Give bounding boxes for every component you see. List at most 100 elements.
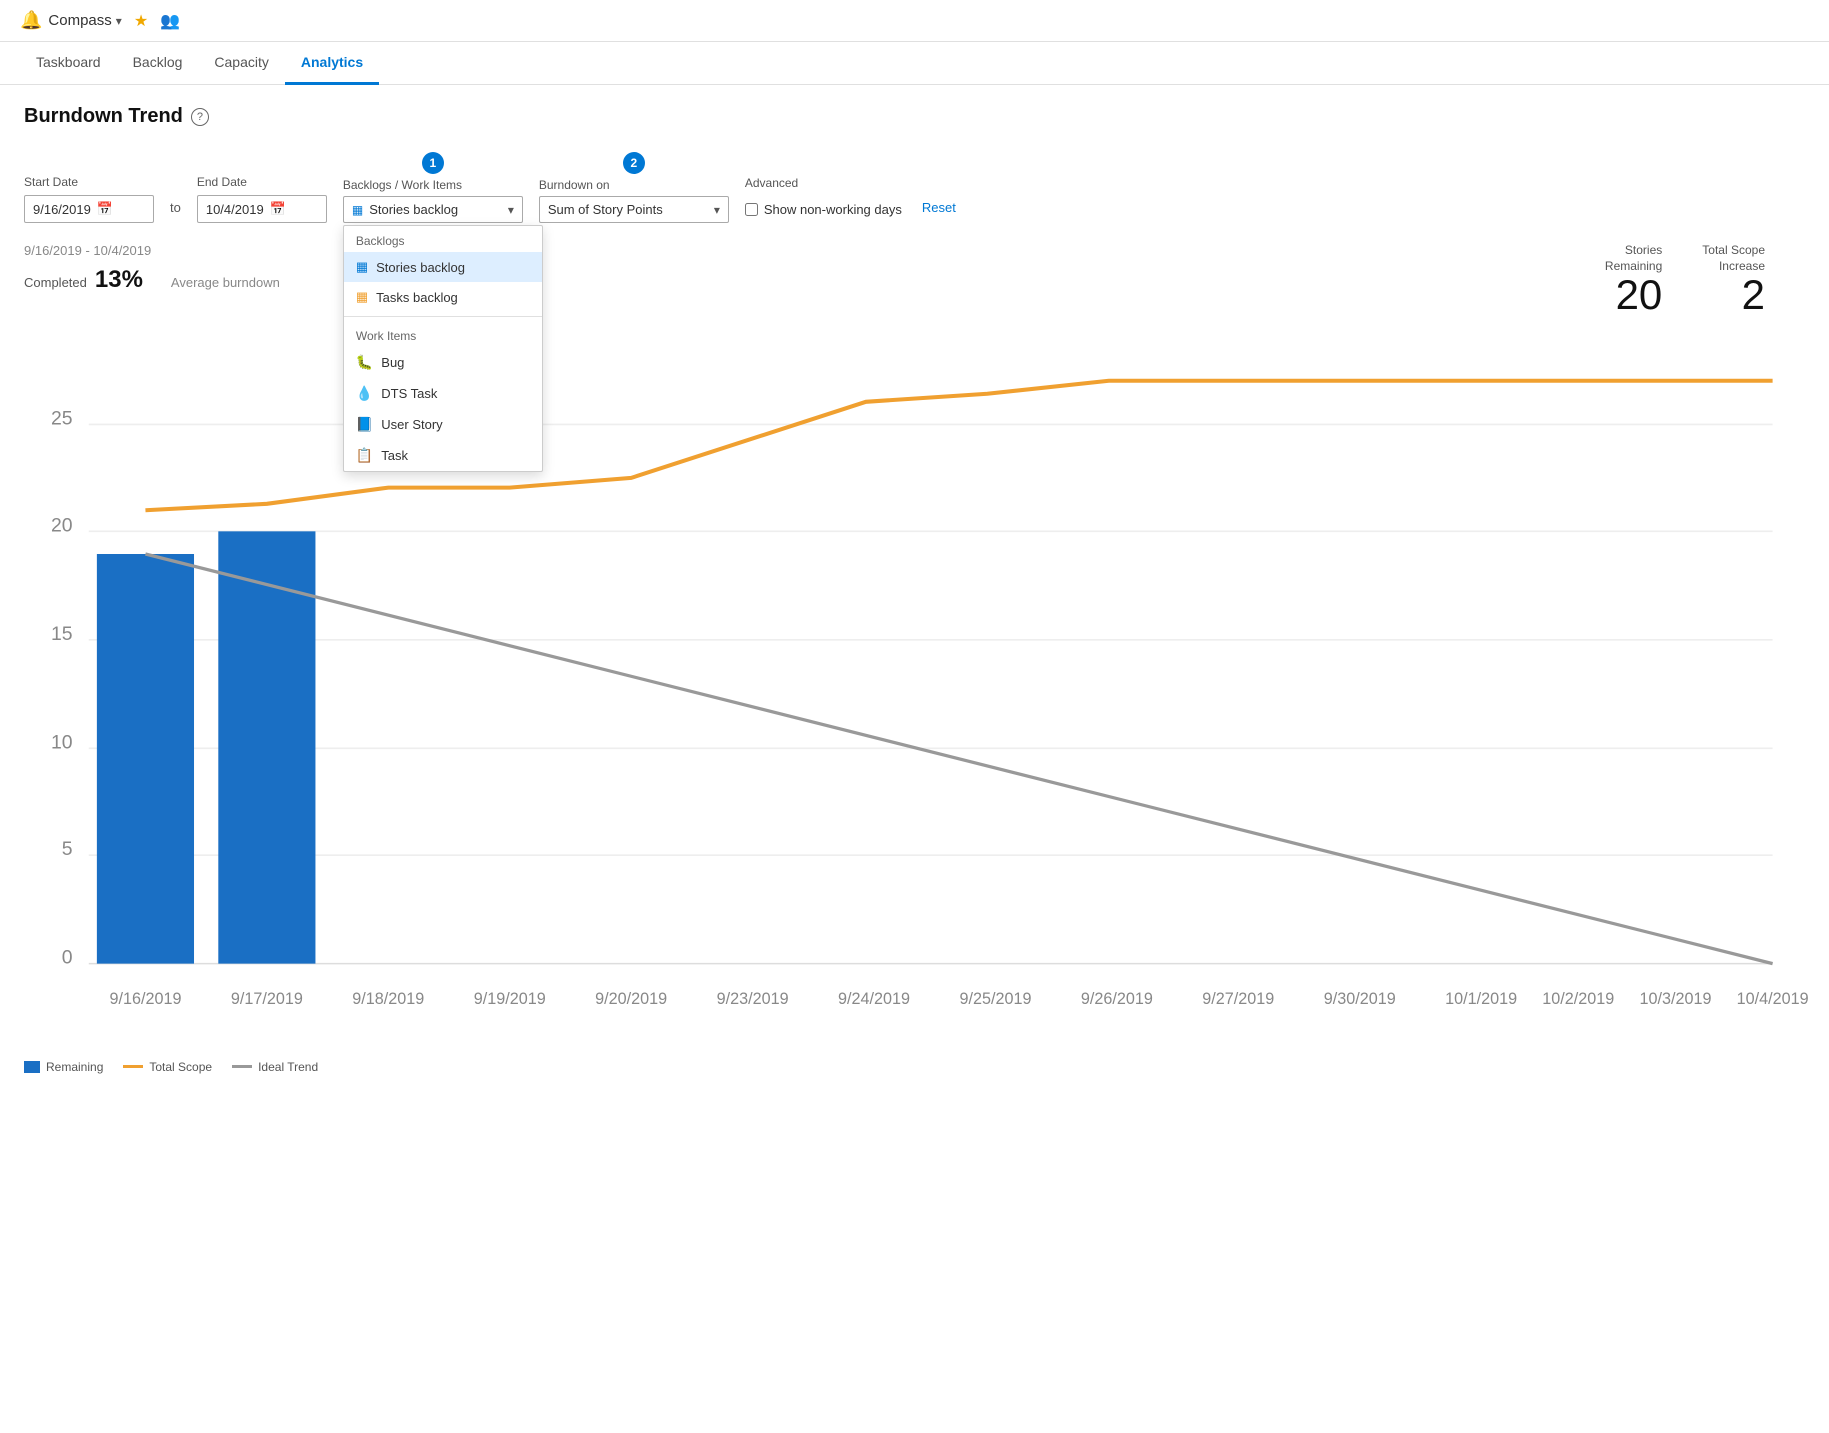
start-date-label: Start Date <box>24 175 154 189</box>
legend-remaining-color <box>24 1061 40 1073</box>
tab-taskboard[interactable]: Taskboard <box>20 42 117 85</box>
user-story-label: User Story <box>381 417 442 432</box>
chart-legend: Remaining Total Scope Ideal Trend <box>24 1060 1805 1074</box>
svg-text:9/17/2019: 9/17/2019 <box>231 990 303 1008</box>
start-date-value: 9/16/2019 <box>33 202 91 217</box>
burndown-group: 2 Burndown on Sum of Story Points ▾ <box>539 152 729 223</box>
burndown-chart: 0 5 10 15 20 25 9/16/2019 <box>24 316 1805 1045</box>
backlog-dropdown-arrow: ▾ <box>508 203 514 217</box>
dropdown-item-user-story[interactable]: 📘 User Story <box>344 409 542 440</box>
app-dropdown-arrow[interactable]: ▾ <box>116 14 122 28</box>
burndown-selected: Sum of Story Points <box>548 202 708 217</box>
stories-remaining-value: 20 <box>1605 274 1662 316</box>
svg-text:9/26/2019: 9/26/2019 <box>1081 990 1153 1008</box>
legend-total-scope: Total Scope <box>123 1060 212 1074</box>
legend-ideal-trend-label: Ideal Trend <box>258 1060 318 1074</box>
svg-text:0: 0 <box>62 947 73 969</box>
bug-label: Bug <box>381 355 404 370</box>
backlog-dropdown[interactable]: ▦ Stories backlog ▾ <box>343 196 523 223</box>
avg-burndown-label: Average burndown <box>171 275 280 290</box>
bar-9-17 <box>218 532 315 964</box>
tab-analytics[interactable]: Analytics <box>285 42 379 85</box>
completed-label: Completed <box>24 275 87 290</box>
tasks-backlog-icon: ▦ <box>356 289 368 305</box>
svg-text:10/1/2019: 10/1/2019 <box>1445 990 1517 1008</box>
show-nonworking-checkbox[interactable] <box>745 203 758 216</box>
app-name: Compass <box>48 12 111 29</box>
total-scope-label: Total ScopeIncrease <box>1702 243 1765 274</box>
svg-text:10: 10 <box>51 731 73 753</box>
legend-total-scope-label: Total Scope <box>149 1060 212 1074</box>
end-date-group: End Date 10/4/2019 📅 <box>197 175 327 223</box>
main-content: Burndown Trend ? Start Date 9/16/2019 📅 … <box>0 85 1829 1134</box>
backlog-dropdown-wrapper: ▦ Stories backlog ▾ Backlogs ▦ Stories b… <box>343 196 523 223</box>
favorite-star-icon[interactable]: ★ <box>134 11 148 31</box>
backlogs-label: Backlogs / Work Items <box>343 178 523 192</box>
svg-text:15: 15 <box>51 623 73 645</box>
dropdown-divider <box>344 316 542 317</box>
dropdown-item-stories-backlog[interactable]: ▦ Stories backlog <box>344 252 542 282</box>
stories-backlog-icon: ▦ <box>356 259 368 275</box>
show-nonworking-row: Show non-working days <box>745 196 902 223</box>
legend-total-scope-color <box>123 1065 143 1068</box>
backlogs-section-header: Backlogs <box>344 226 542 252</box>
svg-text:9/30/2019: 9/30/2019 <box>1324 990 1396 1008</box>
page-title-row: Burndown Trend ? <box>24 105 1805 128</box>
backlog-selected: Stories backlog <box>369 202 502 217</box>
end-date-input[interactable]: 10/4/2019 📅 <box>197 195 327 223</box>
nav-tabs: Taskboard Backlog Capacity Analytics <box>0 42 1829 85</box>
calendar-icon-start: 📅 <box>97 201 145 217</box>
date-range-label: 9/16/2019 - 10/4/2019 <box>24 243 280 258</box>
dropdown-item-dts-task[interactable]: 💧 DTS Task <box>344 378 542 409</box>
svg-text:9/24/2019: 9/24/2019 <box>838 990 910 1008</box>
to-separator: to <box>170 200 181 223</box>
svg-text:9/23/2019: 9/23/2019 <box>717 990 789 1008</box>
legend-ideal-trend-color <box>232 1065 252 1068</box>
stats-panel: StoriesRemaining 20 Total ScopeIncrease … <box>1605 243 1765 316</box>
tab-capacity[interactable]: Capacity <box>198 42 284 85</box>
svg-text:10/3/2019: 10/3/2019 <box>1639 990 1711 1008</box>
app-icon: 🔔 <box>20 10 42 31</box>
people-icon[interactable]: 👥 <box>160 11 180 31</box>
svg-text:9/20/2019: 9/20/2019 <box>595 990 667 1008</box>
backlog-group: 1 Backlogs / Work Items ▦ Stories backlo… <box>343 152 523 223</box>
legend-remaining-label: Remaining <box>46 1060 103 1074</box>
advanced-label: Advanced <box>745 176 902 190</box>
end-date-value: 10/4/2019 <box>206 202 264 217</box>
svg-text:9/27/2019: 9/27/2019 <box>1202 990 1274 1008</box>
backlog-dropdown-menu: Backlogs ▦ Stories backlog ▦ Tasks backl… <box>343 225 543 472</box>
svg-text:5: 5 <box>62 838 73 860</box>
burndown-dropdown-arrow: ▾ <box>714 203 720 217</box>
dropdown-item-bug[interactable]: 🐛 Bug <box>344 347 542 378</box>
bug-icon: 🐛 <box>356 354 373 371</box>
svg-text:9/19/2019: 9/19/2019 <box>474 990 546 1008</box>
svg-text:9/25/2019: 9/25/2019 <box>959 990 1031 1008</box>
legend-ideal-trend: Ideal Trend <box>232 1060 318 1074</box>
dts-task-label: DTS Task <box>381 386 437 401</box>
svg-text:10/2/2019: 10/2/2019 <box>1542 990 1614 1008</box>
burndown-dropdown[interactable]: Sum of Story Points ▾ <box>539 196 729 223</box>
backlog-icon: ▦ <box>352 203 363 217</box>
completed-value: 13% <box>95 266 143 294</box>
show-nonworking-label: Show non-working days <box>764 202 902 217</box>
help-icon[interactable]: ? <box>191 108 209 126</box>
calendar-icon-end: 📅 <box>270 201 318 217</box>
start-date-input[interactable]: 9/16/2019 📅 <box>24 195 154 223</box>
tasks-backlog-label: Tasks backlog <box>376 290 458 305</box>
top-bar: 🔔 Compass ▾ ★ 👥 <box>0 0 1829 42</box>
reset-button[interactable]: Reset <box>918 194 960 223</box>
dropdown-item-tasks-backlog[interactable]: ▦ Tasks backlog <box>344 282 542 312</box>
step1-badge: 1 <box>422 152 444 174</box>
chart-container: 9/16/2019 - 10/4/2019 Completed 13% Aver… <box>24 243 1805 1114</box>
svg-text:10/4/2019: 10/4/2019 <box>1737 990 1809 1008</box>
page-title: Burndown Trend <box>24 105 183 128</box>
dropdown-item-task[interactable]: 📋 Task <box>344 440 542 471</box>
controls-row: Start Date 9/16/2019 📅 to End Date 10/4/… <box>24 152 1805 223</box>
tab-backlog[interactable]: Backlog <box>117 42 199 85</box>
svg-text:9/18/2019: 9/18/2019 <box>352 990 424 1008</box>
legend-remaining: Remaining <box>24 1060 103 1074</box>
user-story-icon: 📘 <box>356 416 373 433</box>
step2-badge: 2 <box>623 152 645 174</box>
svg-text:20: 20 <box>51 515 73 537</box>
dts-task-icon: 💧 <box>356 385 373 402</box>
